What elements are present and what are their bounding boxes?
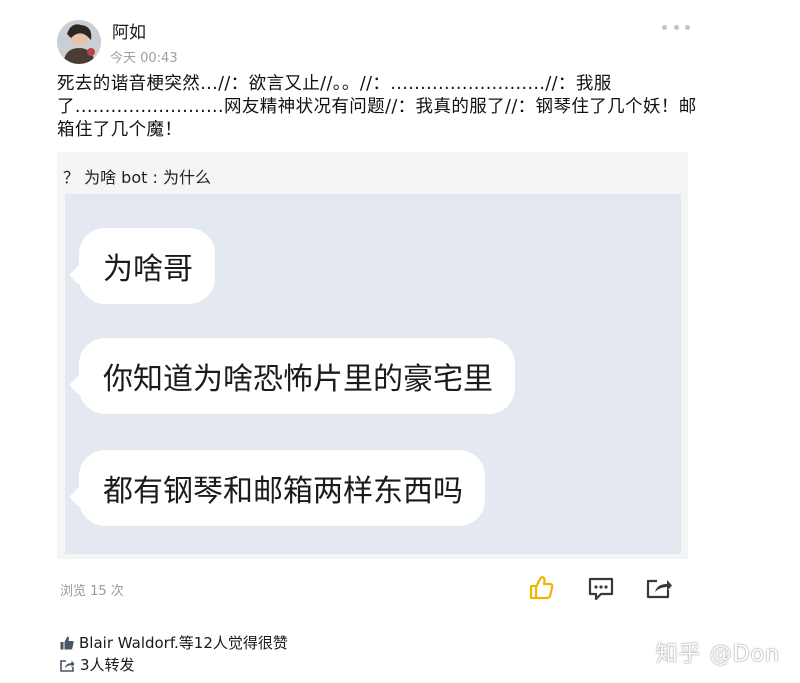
like-button[interactable]: [528, 575, 556, 601]
dot-icon: [673, 24, 679, 30]
reposts-summary[interactable]: 3人转发: [60, 654, 135, 675]
chat-screenshot-image: 为啥哥 你知道为啥恐怖片里的豪宅里 都有钢琴和邮箱两样东西吗: [65, 194, 681, 554]
reposts-summary-text: 3人转发: [80, 656, 135, 674]
post-text: 死去的谐音梗突然...//：欲言又止//。。//：...............…: [57, 74, 697, 140]
post-timestamp: 今天 00:43: [110, 51, 178, 66]
quoted-post-card[interactable]: ？ 为啥 bot : 为什么 为啥哥 你知道为啥恐怖片里的豪宅里 都有钢琴和邮箱…: [57, 152, 688, 559]
quoted-post-header: ？ 为啥 bot : 为什么: [63, 168, 211, 187]
share-icon: [646, 579, 672, 599]
thumbs-up-icon: [529, 576, 554, 600]
post-page: 阿如 今天 00:43 死去的谐音梗突然...//：欲言又止//。。//：...…: [0, 0, 800, 683]
comment-icon: [588, 577, 614, 601]
repost-icon: [60, 659, 75, 672]
comment-button[interactable]: [587, 575, 615, 601]
likes-summary[interactable]: Blair Waldorf.等12人觉得很赞: [60, 632, 288, 653]
author-name[interactable]: 阿如: [112, 18, 146, 43]
thumbs-up-icon: [60, 636, 74, 649]
chat-bubble: 为啥哥: [79, 228, 215, 304]
dot-icon: [685, 24, 690, 30]
chat-bubble: 都有钢琴和邮箱两样东西吗: [79, 450, 485, 526]
avatar[interactable]: [57, 20, 101, 64]
more-options-button[interactable]: [662, 20, 690, 34]
view-count: 浏览 15 次: [60, 584, 124, 599]
likes-summary-text: Blair Waldorf.等12人觉得很赞: [79, 634, 288, 652]
chat-bubble: 你知道为啥恐怖片里的豪宅里: [79, 338, 515, 414]
share-button[interactable]: [645, 575, 673, 601]
avatar-image: [57, 20, 101, 64]
dot-icon: [662, 24, 667, 30]
zhihu-watermark: 知乎 @Don: [655, 642, 780, 667]
